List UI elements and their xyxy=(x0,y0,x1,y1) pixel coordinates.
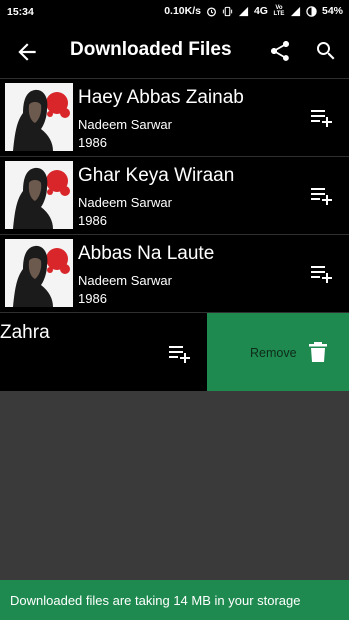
list-item[interactable]: Ghar Keya Wiraan Nadeem Sarwar 1986 xyxy=(0,157,349,235)
artist-name: Nadeem Sarwar xyxy=(78,273,172,288)
list-item[interactable]: Abbas Na Laute Nadeem Sarwar 1986 xyxy=(0,235,349,313)
playlist-add-icon[interactable] xyxy=(168,343,192,365)
playlist-add-icon[interactable] xyxy=(310,185,334,207)
storage-banner: Downloaded files are taking 14 MB in you… xyxy=(0,580,349,620)
app-bar: Downloaded Files xyxy=(0,24,349,79)
release-year: 1986 xyxy=(78,291,107,306)
alarm-icon xyxy=(206,6,216,16)
status-bar: 15:34 0.10K/s 4G Vo LTE 54% xyxy=(0,0,349,24)
list-item[interactable]: Zahra xyxy=(0,313,207,391)
page-title: Downloaded Files xyxy=(70,39,232,60)
arrow-left-icon[interactable] xyxy=(14,39,40,65)
status-icons: 0.10K/s 4G Vo LTE 54% xyxy=(164,5,343,17)
battery-icon xyxy=(306,5,317,17)
remove-action[interactable]: Remove xyxy=(207,313,349,391)
vibrate-icon xyxy=(222,6,233,16)
status-time: 15:34 xyxy=(7,6,34,18)
swiped-list-item[interactable]: Zahra Remove xyxy=(0,313,349,391)
playlist-add-icon[interactable] xyxy=(310,263,334,285)
signal-icon xyxy=(238,6,249,16)
search-icon[interactable] xyxy=(314,39,338,63)
list-item[interactable]: Haey Abbas Zainab Nadeem Sarwar 1986 xyxy=(0,79,349,157)
album-art xyxy=(5,161,73,229)
song-title: Abbas Na Laute xyxy=(78,243,215,264)
artist-name: Nadeem Sarwar xyxy=(78,117,172,132)
album-art xyxy=(5,83,73,151)
album-art xyxy=(5,239,73,307)
net-speed: 0.10K/s xyxy=(164,5,201,17)
signal-icon-2 xyxy=(290,6,301,16)
song-title: Haey Abbas Zainab xyxy=(78,87,244,108)
battery-percent: 54% xyxy=(321,5,343,17)
network-type: 4G xyxy=(253,5,268,17)
artist-name: Nadeem Sarwar xyxy=(78,195,172,210)
storage-info-text: Downloaded files are taking 14 MB in you… xyxy=(10,593,301,608)
song-title: Ghar Keya Wiraan xyxy=(78,165,235,186)
trash-icon[interactable] xyxy=(308,341,328,363)
volte-badge: Vo LTE xyxy=(273,5,285,17)
remove-label[interactable]: Remove xyxy=(250,346,297,360)
share-icon[interactable] xyxy=(268,39,292,63)
release-year: 1986 xyxy=(78,135,107,150)
song-title: Zahra xyxy=(0,322,50,343)
downloads-list: Haey Abbas Zainab Nadeem Sarwar 1986 Gha… xyxy=(0,79,349,391)
playlist-add-icon[interactable] xyxy=(310,107,334,129)
release-year: 1986 xyxy=(78,213,107,228)
